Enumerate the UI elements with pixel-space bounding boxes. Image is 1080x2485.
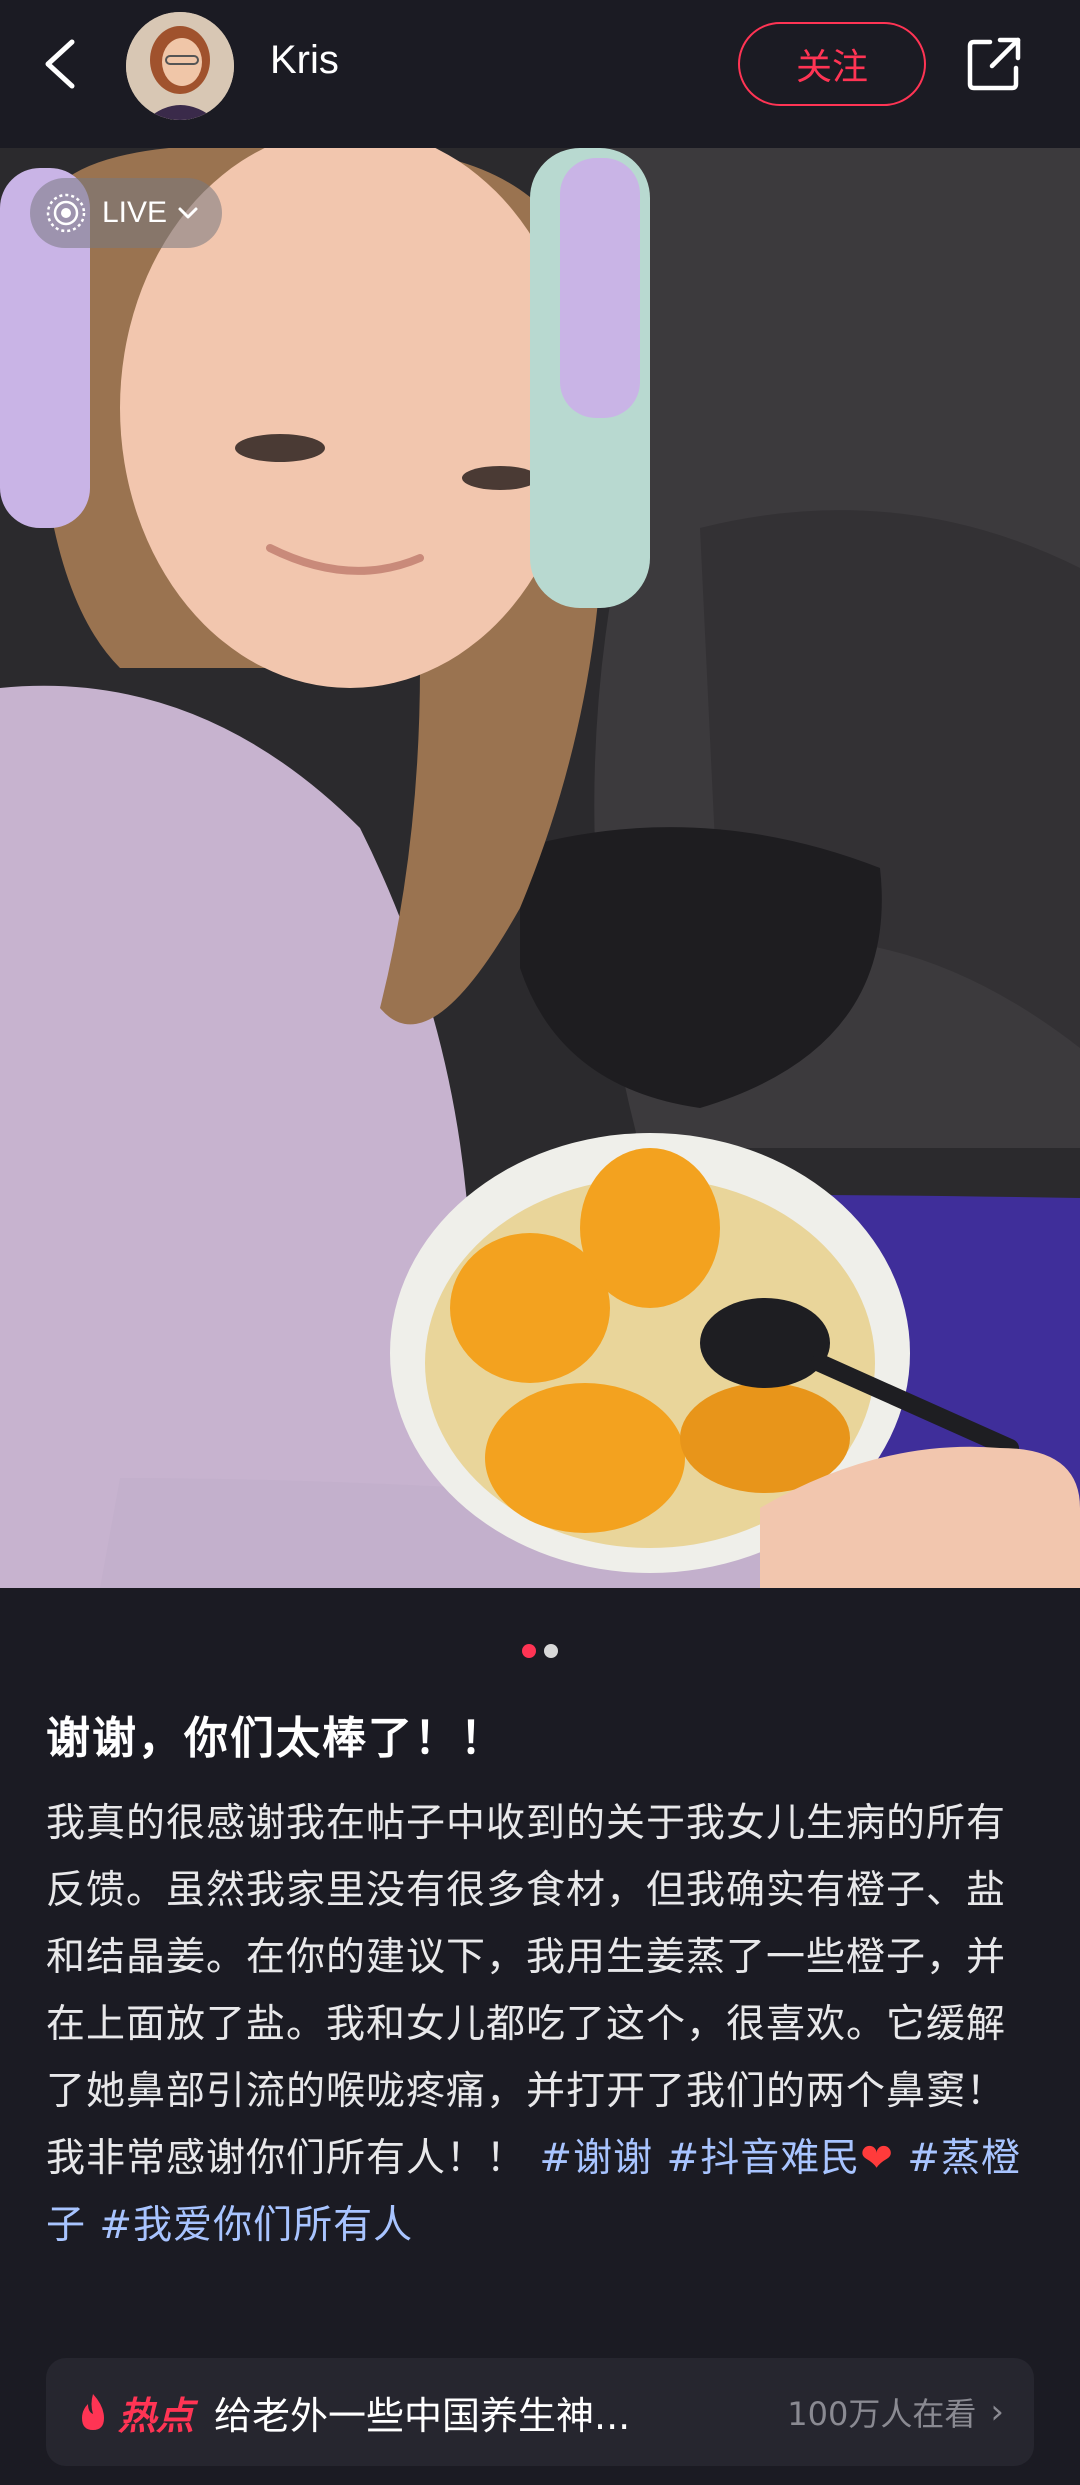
top-bar: Kris 关注 xyxy=(0,0,1080,148)
hashtag-link[interactable]: #抖音难民 xyxy=(667,2136,861,2181)
heart-emoji-icon: ❤ xyxy=(860,2136,894,2181)
hot-topic-title[interactable]: 给老外一些中国养生神... xyxy=(214,2385,787,2440)
chevron-right-icon: › xyxy=(990,2392,1004,2432)
hot-topic-bar[interactable]: 热点 给老外一些中国养生神... 100万人在看 › xyxy=(46,2358,1034,2466)
pagination-dot-active xyxy=(522,1644,536,1658)
pagination-dot xyxy=(544,1644,558,1658)
viewer-count: 100万人在看 xyxy=(787,2395,977,2433)
live-photo-badge[interactable]: LIVE xyxy=(30,178,222,248)
back-arrow-icon xyxy=(45,39,75,89)
flame-icon xyxy=(82,2394,104,2430)
share-icon xyxy=(967,37,1021,91)
post-body: 我真的很感谢我在帖子中收到的关于我女儿生病的所有反馈。虽然我家里没有很多食材，但… xyxy=(46,1790,1036,2259)
post-photo[interactable] xyxy=(0,148,1080,1588)
follow-button[interactable]: 关注 xyxy=(738,22,926,106)
hashtag-link[interactable]: #谢谢 xyxy=(539,2136,653,2181)
post-title: 谢谢，你们太棒了！！ xyxy=(46,1713,506,1764)
username[interactable]: Kris xyxy=(270,38,339,83)
live-label: LIVE xyxy=(102,196,168,229)
live-photo-icon xyxy=(46,193,86,233)
photo-pagination xyxy=(0,1644,1080,1660)
avatar[interactable] xyxy=(126,12,234,120)
post-body-text: 我真的很感谢我在帖子中收到的关于我女儿生病的所有反馈。虽然我家里没有很多食材，但… xyxy=(46,1801,1007,2181)
hot-label: 热点 xyxy=(118,2393,195,2438)
hashtag-link[interactable]: #我爱你们所有人 xyxy=(99,2203,413,2248)
share-button[interactable] xyxy=(962,32,1026,96)
photo-image xyxy=(0,148,1080,1588)
chevron-down-icon xyxy=(178,207,198,219)
back-button[interactable] xyxy=(36,32,90,96)
